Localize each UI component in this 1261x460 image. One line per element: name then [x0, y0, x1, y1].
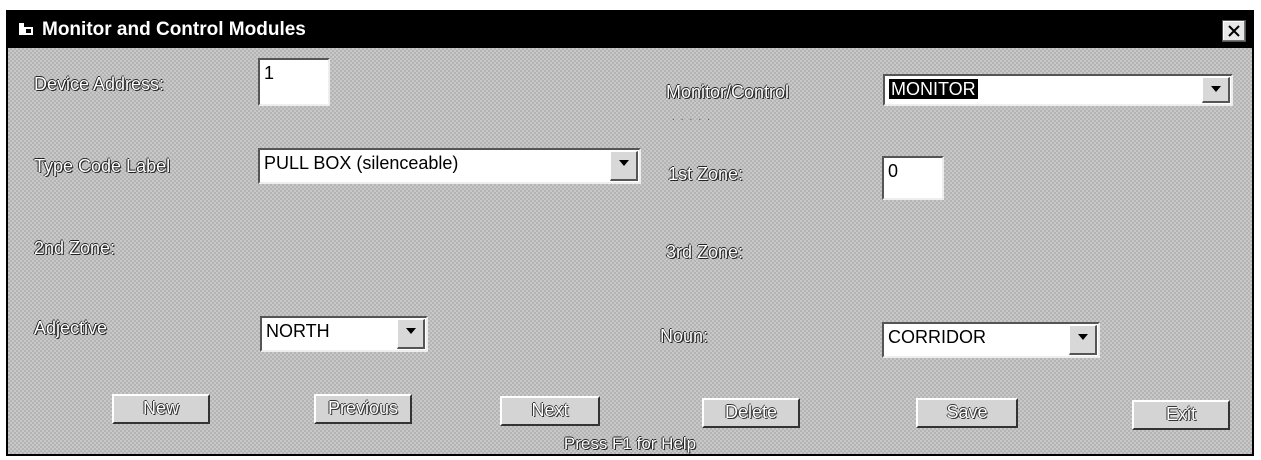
type-code-label-dropdown-button[interactable]: [610, 151, 638, 181]
help-hint: Press F1 for Help: [563, 434, 697, 453]
close-icon: [1228, 25, 1240, 37]
chevron-down-icon: [1078, 334, 1088, 340]
adjective-label: Adjective: [34, 318, 108, 338]
new-button[interactable]: New: [112, 394, 210, 424]
monitor-control-value: MONITOR: [889, 79, 978, 99]
adjective-value: NORTH: [266, 321, 330, 341]
delete-button[interactable]: Delete: [702, 398, 800, 428]
second-zone-label: 2nd Zone:: [34, 238, 116, 258]
app-icon: [18, 22, 34, 36]
device-address-input[interactable]: 1: [258, 58, 330, 106]
noun-dropdown-button[interactable]: [1069, 325, 1097, 355]
chevron-down-icon: [1211, 86, 1221, 92]
exit-button[interactable]: Exit: [1132, 400, 1230, 430]
type-code-label-value: PULL BOX (silenceable): [264, 153, 459, 173]
monitor-control-label: Monitor/Control: [666, 82, 790, 102]
first-zone-value: 0: [888, 161, 899, 181]
adjective-dropdown-button[interactable]: [397, 319, 425, 349]
device-address-label: Device Address:: [34, 74, 165, 94]
monitor-control-dropdown-button[interactable]: [1202, 77, 1230, 103]
noun-value: CORRIDOR: [888, 327, 986, 347]
monitor-control-select[interactable]: MONITOR: [883, 74, 1233, 106]
save-button[interactable]: Save: [916, 398, 1018, 428]
type-code-label-label: Type Code Label: [34, 156, 171, 176]
title-bar[interactable]: Monitor and Control Modules: [8, 12, 1252, 48]
close-button[interactable]: [1222, 20, 1246, 42]
device-address-value: 1: [264, 63, 275, 83]
next-button[interactable]: Next: [500, 396, 600, 426]
previous-button[interactable]: Previous: [314, 394, 412, 424]
first-zone-input[interactable]: 0: [882, 156, 944, 200]
first-zone-label: 1st Zone:: [668, 164, 744, 184]
noun-select[interactable]: CORRIDOR: [882, 322, 1100, 358]
adjective-select[interactable]: NORTH: [260, 316, 428, 352]
label-underline-dots: .....: [672, 112, 716, 123]
window-title: Monitor and Control Modules: [42, 19, 306, 40]
chevron-down-icon: [619, 160, 629, 166]
dialog-window: Monitor and Control Modules Device Addre…: [6, 10, 1254, 456]
noun-label: Noun:: [660, 326, 709, 346]
type-code-label-select[interactable]: PULL BOX (silenceable): [258, 148, 641, 184]
third-zone-label: 3rd Zone:: [666, 242, 744, 262]
chevron-down-icon: [406, 328, 416, 334]
